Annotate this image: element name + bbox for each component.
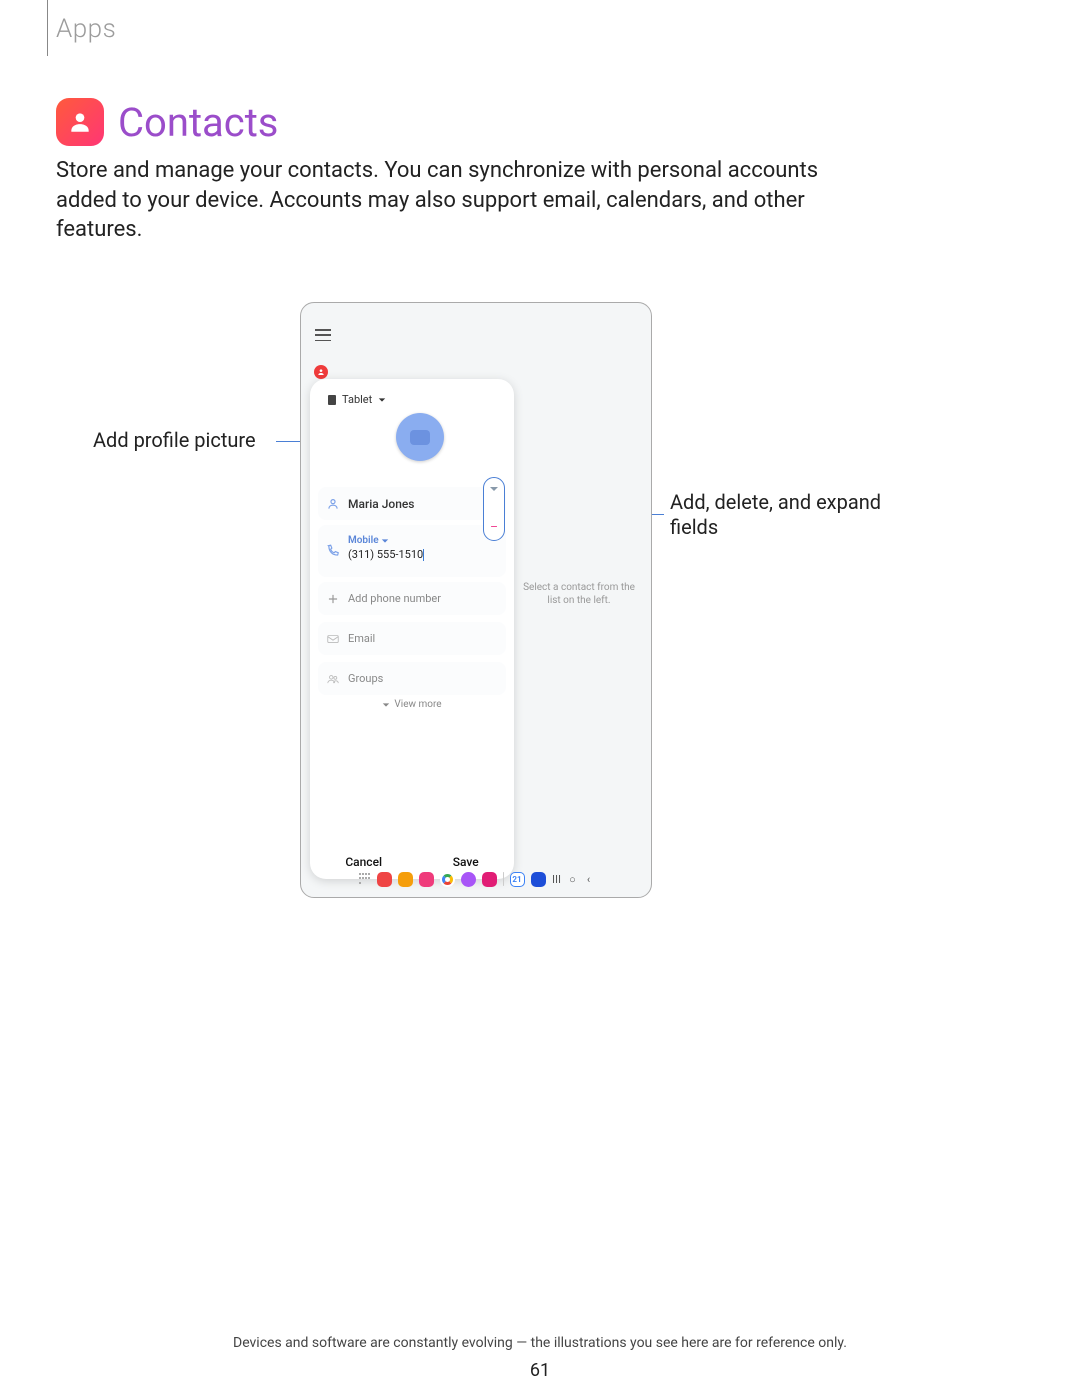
home-nav-icon[interactable]: ○ <box>568 872 578 887</box>
taskbar-separator <box>503 872 504 886</box>
groups-field[interactable]: Groups <box>318 662 506 695</box>
chevron-down-icon[interactable] <box>489 484 499 494</box>
phone-number-value: (311) 555-1510 <box>348 548 423 561</box>
recents-nav-icon[interactable]: III <box>552 872 562 887</box>
phone-icon <box>326 544 340 558</box>
menu-icon[interactable] <box>315 329 331 341</box>
person-icon <box>67 109 93 135</box>
groups-icon <box>326 672 340 686</box>
callout-add-delete-expand: Add, delete, and expand fields <box>670 490 890 540</box>
page-title: Contacts <box>118 99 278 146</box>
back-nav-icon[interactable]: ‹ <box>584 872 594 887</box>
page-description: Store and manage your contacts. You can … <box>56 156 876 245</box>
name-value: Maria Jones <box>348 497 414 511</box>
taskbar-app-2[interactable] <box>398 872 413 887</box>
my-profile-icon[interactable] <box>314 365 328 379</box>
taskbar: 21 III ○ ‹ <box>301 867 651 891</box>
field-controls-pill: – <box>483 477 505 541</box>
app-drawer-icon[interactable] <box>359 873 371 885</box>
tablet-illustration: Select a contact from the list on the le… <box>300 302 652 898</box>
person-outline-icon <box>326 497 340 511</box>
phone-field[interactable]: Mobile (311) 555-1510 <box>318 525 506 577</box>
person-icon <box>317 368 325 376</box>
chevron-down-icon <box>382 701 390 709</box>
storage-label: Tablet <box>342 393 372 406</box>
chevron-down-icon <box>378 396 386 404</box>
envelope-icon <box>326 632 340 646</box>
taskbar-app-6[interactable] <box>482 872 497 887</box>
storage-selector[interactable]: Tablet <box>328 393 386 406</box>
remove-field-button[interactable]: – <box>490 520 498 534</box>
margin-rule <box>47 0 48 56</box>
settings-icon[interactable] <box>531 872 546 887</box>
right-pane-hint: Select a contact from the list on the le… <box>517 581 641 607</box>
add-profile-picture-button[interactable] <box>396 413 444 461</box>
chrome-icon[interactable] <box>440 872 455 887</box>
plus-icon <box>326 592 340 606</box>
view-more-button[interactable]: View more <box>310 699 514 710</box>
chevron-down-icon <box>381 537 389 545</box>
taskbar-app-5[interactable] <box>461 872 476 887</box>
phone-type-selector[interactable]: Mobile <box>348 535 496 546</box>
name-field[interactable]: Maria Jones <box>318 487 506 520</box>
page-title-row: Contacts <box>56 98 278 146</box>
email-field[interactable]: Email <box>318 622 506 655</box>
add-phone-number-button[interactable]: Add phone number <box>318 582 506 615</box>
camera-icon <box>410 430 430 445</box>
breadcrumb: Apps <box>56 14 116 44</box>
taskbar-app-3[interactable] <box>419 872 434 887</box>
footer-note: Devices and software are constantly evol… <box>0 1335 1080 1351</box>
taskbar-app-1[interactable] <box>377 872 392 887</box>
contacts-app-icon <box>56 98 104 146</box>
edit-contact-card: Tablet Maria Jones Mobile (311) 555-1510… <box>310 379 514 879</box>
text-cursor <box>423 549 424 561</box>
tablet-icon <box>328 395 336 405</box>
calendar-icon[interactable]: 21 <box>510 872 525 887</box>
callout-add-profile-picture: Add profile picture <box>93 428 256 452</box>
page-number: 61 <box>0 1360 1080 1381</box>
